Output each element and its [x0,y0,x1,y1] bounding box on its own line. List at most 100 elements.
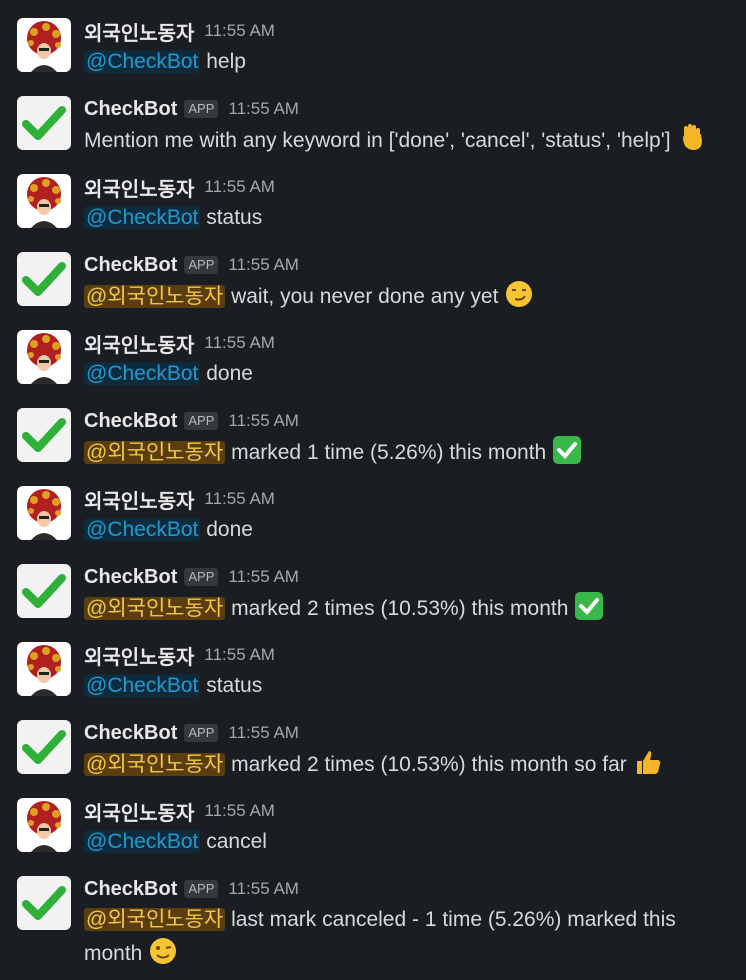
message-feed: 외국인노동자 11:55 AM @CheckBot help CheckBot APP 1… [0,0,746,980]
bot-avatar[interactable] [17,564,71,618]
message-body-text: marked 2 times (10.53%) this month so fa… [225,753,627,776]
mention-link[interactable]: @CheckBot [84,362,201,385]
message-text: @CheckBot status [84,669,734,702]
app-badge: APP [184,880,219,898]
bot-avatar[interactable] [17,720,71,774]
bot-avatar[interactable] [17,252,71,306]
mention-link[interactable]: @CheckBot [84,50,201,73]
message-header: CheckBot APP 11:55 AM [84,408,299,434]
app-badge: APP [184,100,219,118]
message-row[interactable]: CheckBot APP 11:55 AM @외국인노동자 last mark can… [0,858,746,965]
mention-link[interactable]: @CheckBot [84,518,201,541]
user-avatar[interactable] [17,174,71,228]
message-row[interactable]: CheckBot APP 11:55 AM @외국인노동자 marked 2 time… [0,546,746,624]
message-body-text: status [200,206,263,229]
message-row[interactable]: CheckBot APP 11:55 AM @외국인노동자 wait, you nev… [0,234,746,312]
timestamp[interactable]: 11:55 AM [204,177,275,197]
bot-avatar[interactable] [17,96,71,150]
message-header: CheckBot APP 11:55 AM [84,720,299,746]
mention-link[interactable]: @외국인노동자 [84,441,226,464]
app-badge: APP [184,568,219,586]
timestamp[interactable]: 11:55 AM [228,567,299,587]
winking-face-icon [142,938,178,965]
waving-hand-icon [671,124,707,152]
message-header: 외국인노동자 11:55 AM [84,173,275,202]
message-text: @외국인노동자 marked 2 times (10.53%) this mon… [84,591,734,625]
message-row[interactable]: CheckBot APP 11:55 AM @외국인노동자 marked 2 time… [0,702,746,780]
sender-name[interactable]: CheckBot [84,410,177,433]
mention-link[interactable]: @외국인노동자 [84,753,226,776]
message-header: CheckBot APP 11:55 AM [84,96,299,122]
message-row[interactable]: CheckBot APP 11:55 AM Mention me with any k… [0,78,746,156]
user-avatar[interactable] [17,18,71,72]
user-avatar[interactable] [17,330,71,384]
message-header: 외국인노동자 11:55 AM [84,797,275,826]
timestamp[interactable]: 11:55 AM [228,411,299,431]
message-header: 외국인노동자 11:55 AM [84,17,275,46]
message-row[interactable]: 외국인노동자 11:55 AM @CheckBot status [0,156,746,234]
message-header: 외국인노동자 11:55 AM [84,329,275,358]
message-body-text: wait, you never done any yet [225,285,499,308]
message-row[interactable]: 외국인노동자 11:55 AM @CheckBot done [0,312,746,390]
timestamp[interactable]: 11:55 AM [204,333,275,353]
message-row[interactable]: 외국인노동자 11:55 AM @CheckBot done [0,468,746,546]
sender-name[interactable]: CheckBot [84,98,177,121]
sender-name[interactable]: 외국인노동자 [84,173,194,202]
app-badge: APP [184,412,219,430]
app-badge: APP [184,256,219,274]
bot-avatar[interactable] [17,408,71,462]
smirking-face-icon [498,281,534,308]
message-text: @CheckBot status [84,201,734,234]
timestamp[interactable]: 11:55 AM [228,99,299,119]
message-body-text: help [200,50,246,73]
sender-name[interactable]: 외국인노동자 [84,485,194,514]
message-text: @CheckBot help [84,45,734,78]
sender-name[interactable]: 외국인노동자 [84,17,194,46]
message-body-text: marked 1 time (5.26%) this month [225,441,547,464]
user-avatar[interactable] [17,798,71,852]
timestamp[interactable]: 11:55 AM [204,489,275,509]
bot-avatar[interactable] [17,876,71,930]
message-body-text: done [200,362,253,385]
mention-link[interactable]: @외국인노동자 [84,908,226,931]
sender-name[interactable]: CheckBot [84,878,177,901]
timestamp[interactable]: 11:55 AM [228,879,299,899]
sender-name[interactable]: 외국인노동자 [84,797,194,826]
message-row[interactable]: 외국인노동자 11:55 AM @CheckBot cancel [0,780,746,858]
check-mark-button-icon [546,436,582,464]
message-body-text: done [200,518,253,541]
message-header: 외국인노동자 11:55 AM [84,641,275,670]
message-body-text: Mention me with any keyword in ['done', … [84,129,671,152]
sender-name[interactable]: CheckBot [84,566,177,589]
sender-name[interactable]: CheckBot [84,722,177,745]
sender-name[interactable]: 외국인노동자 [84,329,194,358]
check-mark-button-icon [568,592,604,620]
user-avatar[interactable] [17,486,71,540]
mention-link[interactable]: @CheckBot [84,830,201,853]
thumbs-up-icon [627,751,663,776]
app-badge: APP [184,724,219,742]
message-row[interactable]: 외국인노동자 11:55 AM @CheckBot status [0,624,746,702]
timestamp[interactable]: 11:55 AM [204,801,275,821]
mention-link[interactable]: @외국인노동자 [84,597,226,620]
message-text: @외국인노동자 marked 2 times (10.53%) this mon… [84,747,734,781]
mention-link[interactable]: @외국인노동자 [84,285,226,308]
sender-name[interactable]: 외국인노동자 [84,641,194,670]
message-row[interactable]: CheckBot APP 11:55 AM @외국인노동자 marked 1 time… [0,390,746,468]
mention-link[interactable]: @CheckBot [84,206,201,229]
timestamp[interactable]: 11:55 AM [228,723,299,743]
user-avatar[interactable] [17,642,71,696]
timestamp[interactable]: 11:55 AM [204,645,275,665]
message-header: 외국인노동자 11:55 AM [84,485,275,514]
message-row[interactable]: 외국인노동자 11:55 AM @CheckBot help [0,0,746,78]
timestamp[interactable]: 11:55 AM [228,255,299,275]
timestamp[interactable]: 11:55 AM [204,21,275,41]
mention-link[interactable]: @CheckBot [84,674,201,697]
message-text: @CheckBot done [84,513,734,546]
message-header: CheckBot APP 11:55 AM [84,876,299,902]
message-body-text: cancel [200,830,267,853]
message-text: @CheckBot done [84,357,734,390]
message-header: CheckBot APP 11:55 AM [84,252,299,278]
message-text: @외국인노동자 last mark canceled - 1 time (5.2… [84,903,734,970]
sender-name[interactable]: CheckBot [84,254,177,277]
